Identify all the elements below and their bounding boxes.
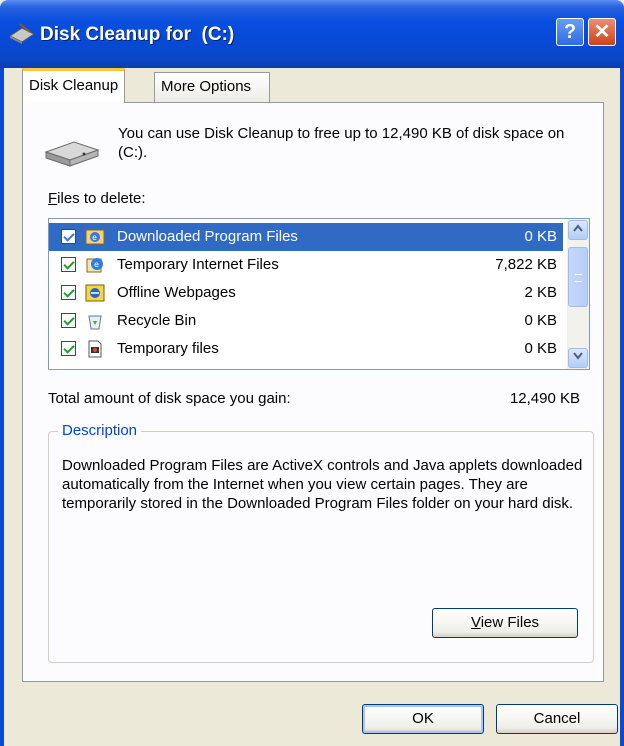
item-name: Downloaded Program Files <box>117 228 298 245</box>
window-frame-right <box>620 68 624 746</box>
window-title: Disk Cleanup for (C:) <box>40 24 235 45</box>
item-name: Recycle Bin <box>117 312 197 329</box>
hard-disk-icon <box>44 141 100 167</box>
help-button[interactable]: ? <box>556 18 584 46</box>
item-size: 2 KB <box>524 284 557 301</box>
title-bar[interactable]: Disk Cleanup for (C:) ? ✕ <box>0 0 624 68</box>
description-title: Description <box>58 422 142 439</box>
cancel-button[interactable]: Cancel <box>496 704 618 734</box>
item-name: Temporary files <box>117 340 219 357</box>
item-name: Offline Webpages <box>117 284 236 301</box>
temporary-internet-files-icon: e <box>86 258 103 273</box>
checkbox[interactable] <box>61 313 76 328</box>
checkbox[interactable] <box>61 257 76 272</box>
list-item-downloaded-program-files[interactable]: e Downloaded Program Files 0 KB <box>49 223 563 251</box>
list-item-temporary-files[interactable]: Temporary files 0 KB <box>49 335 563 363</box>
disk-cleanup-icon <box>9 23 35 44</box>
list-item-recycle-bin[interactable]: Recycle Bin 0 KB <box>49 307 563 335</box>
checkbox[interactable] <box>61 229 76 244</box>
list-item-offline-webpages[interactable]: Offline Webpages 2 KB <box>49 279 563 307</box>
item-size: 7,822 KB <box>495 256 557 273</box>
svg-text:e: e <box>94 260 99 269</box>
vertical-scrollbar[interactable] <box>567 219 589 369</box>
list-item-temporary-internet-files[interactable]: e Temporary Internet Files 7,822 KB <box>49 251 563 279</box>
total-label: Total amount of disk space you gain: <box>48 390 291 407</box>
svg-text:e: e <box>92 233 97 242</box>
description-text: Downloaded Program Files are ActiveX con… <box>62 457 583 512</box>
tab-disk-cleanup[interactable]: Disk Cleanup <box>22 68 126 103</box>
files-to-delete-list[interactable]: e Downloaded Program Files 0 KB e Tempor… <box>48 218 590 370</box>
chevron-down-icon <box>573 352 583 360</box>
item-size: 0 KB <box>524 312 557 329</box>
intro-text: You can use Disk Cleanup to free up to 1… <box>118 125 565 161</box>
item-name: Temporary Internet Files <box>117 256 279 273</box>
scroll-down-button[interactable] <box>568 348 588 368</box>
scroll-thumb[interactable] <box>568 247 588 307</box>
downloaded-program-files-icon: e <box>85 229 105 245</box>
checkbox[interactable] <box>61 341 76 356</box>
offline-webpages-icon <box>85 284 105 302</box>
checkbox[interactable] <box>61 285 76 300</box>
tab-more-options[interactable]: More Options <box>154 72 270 102</box>
disk-cleanup-window: Disk Cleanup for (C:) ? ✕ Disk Cleanup M… <box>0 0 624 746</box>
files-to-delete-label: Files to delete: <box>48 190 146 207</box>
close-button[interactable]: ✕ <box>588 18 616 46</box>
scroll-up-button[interactable] <box>568 220 588 240</box>
window-frame-left <box>0 68 4 746</box>
grip-icon <box>575 274 582 282</box>
item-size: 0 KB <box>524 228 557 245</box>
chevron-up-icon <box>573 224 583 232</box>
item-size: 0 KB <box>524 340 557 357</box>
temporary-files-icon <box>88 340 102 358</box>
total-value: 12,490 KB <box>509 390 580 407</box>
recycle-bin-icon <box>88 315 102 330</box>
ok-button[interactable]: OK <box>362 704 484 734</box>
view-files-button[interactable]: View Files <box>432 608 578 638</box>
